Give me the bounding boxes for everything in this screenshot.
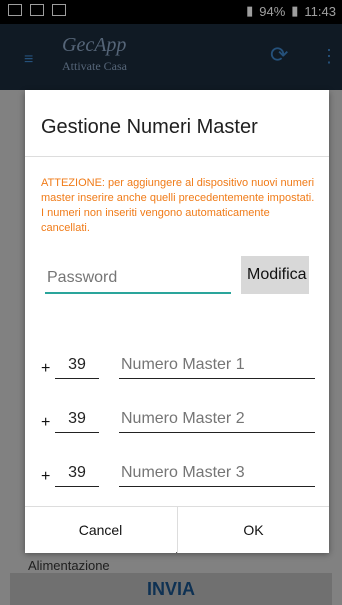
- plus-sign: +: [41, 414, 51, 431]
- master-number-input-3[interactable]: [119, 460, 315, 487]
- master-number-input-1[interactable]: [119, 352, 315, 379]
- dialog-title: Gestione Numeri Master: [41, 116, 258, 138]
- country-code-input[interactable]: [55, 406, 99, 433]
- master-numbers-dialog: Gestione Numeri Master ATTEZIONE: per ag…: [25, 90, 329, 553]
- warning-text: ATTEZIONE: per aggiungere al dispositivo…: [41, 177, 315, 234]
- dialog-button-bar: Cancel OK: [25, 506, 329, 553]
- country-code-input[interactable]: [55, 460, 99, 487]
- country-code-input[interactable]: [55, 352, 99, 379]
- master-number-row-2: +: [37, 396, 321, 436]
- ok-button[interactable]: OK: [177, 507, 329, 553]
- divider: [25, 156, 329, 157]
- master-number-row-1: +: [37, 342, 321, 382]
- modify-button[interactable]: Modifica: [241, 256, 309, 294]
- password-input[interactable]: [45, 264, 231, 294]
- cancel-button[interactable]: Cancel: [25, 507, 176, 553]
- plus-sign: +: [41, 360, 51, 377]
- master-number-input-2[interactable]: [119, 406, 315, 433]
- master-number-row-3: +: [37, 450, 321, 490]
- plus-sign: +: [41, 468, 51, 485]
